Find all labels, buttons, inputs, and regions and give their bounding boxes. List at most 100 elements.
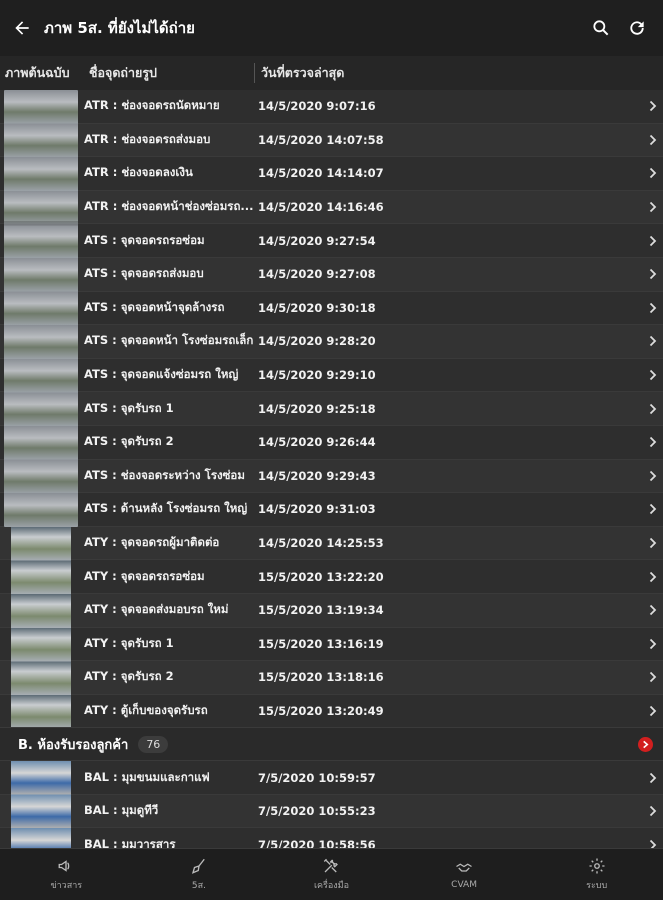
- last-check-date: 14/5/2020 9:27:54: [258, 233, 376, 248]
- chevron-right-icon: [643, 805, 663, 817]
- table-row[interactable]: ATS : ด้านหลัง โรงซ่อมรถ ใหญ่ 14/5/2020 9…: [0, 493, 663, 527]
- chevron-right-icon: [643, 671, 663, 683]
- last-check-date: 15/5/2020 13:18:16: [258, 670, 384, 685]
- last-check-date: 14/5/2020 9:26:44: [258, 435, 376, 450]
- table-row[interactable]: ATY : จุดจอดรถรอซ่อม 15/5/2020 13:22:20: [0, 560, 663, 594]
- table-row[interactable]: ATY : จุดจอดส่งมอบรถ ใหม่ 15/5/2020 13:19…: [0, 593, 663, 628]
- thumbnail-strip-aty: [11, 527, 71, 727]
- chevron-right-icon: [643, 100, 663, 112]
- refresh-button[interactable]: [619, 0, 655, 56]
- bottom-navigation: ข่าวสาร 5ส. เครื่องมือ CVAM ระบบ: [0, 848, 663, 900]
- last-check-date: 14/5/2020 9:27:08: [258, 267, 376, 282]
- table-row[interactable]: ATY : จุดจอดรถผู้มาติดต่อ 14/5/2020 14:25…: [0, 526, 663, 561]
- nav-tools[interactable]: เครื่องมือ: [265, 849, 398, 900]
- table-row[interactable]: ATR : ช่องจอดหน้าช่องซ่อมรถ... 14/5/2020 …: [0, 190, 663, 225]
- arrow-left-icon: [15, 21, 29, 35]
- chevron-right-icon: [643, 201, 663, 213]
- nav-5s[interactable]: 5ส.: [133, 849, 266, 900]
- table-row[interactable]: ATY : จุดรับรถ 1 15/5/2020 13:16:19: [0, 627, 663, 662]
- handshake-icon: [456, 863, 472, 872]
- app-bar: ภาพ 5ส. ที่ยังไม่ได้ถ่าย: [0, 0, 663, 56]
- nav-news[interactable]: ข่าวสาร: [0, 849, 133, 900]
- last-check-date: 14/5/2020 9:28:20: [258, 334, 376, 349]
- nav-label: ข่าวสาร: [50, 881, 83, 891]
- last-check-date: 15/5/2020 13:20:49: [258, 703, 384, 718]
- checkpoint-name: ATY : จุดจอดรถรอซ่อม: [84, 568, 205, 583]
- chevron-right-icon: [643, 571, 663, 583]
- checkpoint-name: BAL : มุมขนมและกาแฟ: [84, 769, 210, 784]
- checkpoint-list[interactable]: ATR : ช่องจอดรถนัดหมาย 14/5/2020 9:07:16 A…: [0, 90, 663, 848]
- nav-label: 5ส.: [191, 881, 206, 891]
- page-title: ภาพ 5ส. ที่ยังไม่ได้ถ่าย: [44, 19, 195, 37]
- nav-label: ระบบ: [586, 881, 608, 891]
- checkpoint-name: ATY : จุดรับรถ 2: [84, 669, 174, 684]
- table-row[interactable]: ATS : จุดจอดหน้าจุดล้างรถ 14/5/2020 9:30:…: [0, 291, 663, 326]
- refresh-icon: [630, 21, 644, 35]
- table-row[interactable]: ATR : ช่องจอดลงเงิน 14/5/2020 14:14:07: [0, 157, 663, 191]
- chevron-right-icon: [643, 772, 663, 784]
- search-button[interactable]: [583, 0, 619, 56]
- table-row[interactable]: ATS : จุดจอดรถส่งมอบ 14/5/2020 9:27:08: [0, 257, 663, 292]
- thumbnail-strip-b: [11, 761, 71, 848]
- table-row[interactable]: ATY : ตู้เก็บของจุดรับรถ 15/5/2020 13:20:…: [0, 694, 663, 729]
- checkpoint-name: ATY : จุดจอดรถผู้มาติดต่อ: [84, 535, 220, 550]
- search-icon: [593, 20, 609, 36]
- column-thumbnail: ภาพต้นฉบับ: [5, 65, 70, 80]
- checkpoint-name: ATS : จุดจอดแจ้งซ่อมรถ ใหญ่: [84, 367, 239, 382]
- table-row[interactable]: ATR : ช่องจอดรถส่งมอบ 14/5/2020 14:07:58: [0, 123, 663, 158]
- checkpoint-name: ATS : จุดรับรถ 1: [84, 400, 174, 415]
- broom-icon: [191, 858, 205, 874]
- table-row[interactable]: ATS : ช่องจอดระหว่าง โรงซ่อม 14/5/2020 9:…: [0, 459, 663, 494]
- table-row[interactable]: BAL : มุมดูทีวี 7/5/2020 10:55:23: [0, 794, 663, 829]
- chevron-right-icon: [643, 503, 663, 515]
- checkpoint-name: ATS : จุดจอดรถรอซ่อม: [84, 232, 205, 247]
- table-row[interactable]: ATY : จุดรับรถ 2 15/5/2020 13:18:16: [0, 661, 663, 695]
- table-row[interactable]: ATR : ช่องจอดรถนัดหมาย 14/5/2020 9:07:16: [0, 90, 663, 124]
- checkpoint-name: ATR : ช่องจอดหน้าช่องซ่อมรถ...: [84, 199, 254, 214]
- nav-cvam[interactable]: CVAM: [398, 849, 531, 900]
- chevron-right-icon: [643, 268, 663, 280]
- last-check-date: 7/5/2020 10:58:56: [258, 837, 376, 848]
- chevron-right-icon: [643, 403, 663, 415]
- checkpoint-name: ATY : จุดจอดส่งมอบรถ ใหม่: [84, 602, 229, 617]
- chevron-right-icon: [643, 235, 663, 247]
- last-check-date: 15/5/2020 13:22:20: [258, 569, 384, 584]
- checkpoint-name: ATS : ช่องจอดระหว่าง โรงซ่อม: [84, 467, 245, 482]
- table-row[interactable]: ATS : จุดรับรถ 1 14/5/2020 9:25:18: [0, 392, 663, 426]
- last-check-date: 14/5/2020 9:31:03: [258, 502, 376, 517]
- last-check-date: 14/5/2020 14:16:46: [258, 200, 384, 215]
- group-header-b[interactable]: B. ห้องรับรองลูกค้า 76: [0, 728, 663, 762]
- chevron-right-icon: [643, 537, 663, 549]
- expand-indicator-icon[interactable]: [638, 736, 653, 752]
- chevron-right-icon: [643, 134, 663, 146]
- chevron-right-icon: [643, 638, 663, 650]
- tools-icon: [324, 858, 339, 873]
- table-row[interactable]: ATS : จุดจอดแจ้งซ่อมรถ ใหญ่ 14/5/2020 9:2…: [0, 358, 663, 393]
- last-check-date: 14/5/2020 9:29:43: [258, 468, 376, 483]
- checkpoint-name: ATS : จุดจอดรถส่งมอบ: [84, 266, 204, 281]
- table-row[interactable]: ATS : จุดรับรถ 2 14/5/2020 9:26:44: [0, 425, 663, 460]
- last-check-date: 14/5/2020 9:30:18: [258, 300, 376, 315]
- last-check-date: 15/5/2020 13:19:34: [258, 603, 384, 618]
- checkpoint-name: ATR : ช่องจอดรถนัดหมาย: [84, 98, 220, 113]
- checkpoint-name: BAL : มุมวารสาร: [84, 836, 176, 848]
- nav-label: เครื่องมือ: [313, 881, 350, 891]
- last-check-date: 14/5/2020 14:25:53: [258, 536, 384, 551]
- checkpoint-name: ATR : ช่องจอดรถส่งมอบ: [84, 131, 211, 146]
- table-row[interactable]: ATS : จุดจอดรถรอซ่อม 14/5/2020 9:27:54: [0, 224, 663, 258]
- checkpoint-name: ATR : ช่องจอดลงเงิน: [84, 165, 193, 180]
- table-row[interactable]: ATS : จุดจอดหน้า โรงซ่อมรถเล็ก 14/5/2020 …: [0, 325, 663, 359]
- nav-system[interactable]: ระบบ: [530, 849, 663, 900]
- group-count-badge: 76: [138, 735, 169, 753]
- gear-icon: [589, 858, 605, 874]
- chevron-right-icon: [643, 470, 663, 482]
- chevron-right-icon: [643, 604, 663, 616]
- column-name: ชื่อจุดถ่ายรูป: [85, 63, 255, 83]
- last-check-date: 15/5/2020 13:16:19: [258, 636, 384, 651]
- column-date: วันที่ตรวจล่าสุด: [261, 65, 345, 80]
- column-header-row: ภาพต้นฉบับ ชื่อจุดถ่ายรูป วันที่ตรวจล่าส…: [0, 56, 663, 91]
- table-row[interactable]: BAL : มุมวารสาร 7/5/2020 10:58:56: [0, 828, 663, 848]
- back-button[interactable]: [0, 0, 44, 56]
- group-title: B. ห้องรับรองลูกค้า: [18, 737, 129, 753]
- table-row[interactable]: BAL : มุมขนมและกาแฟ 7/5/2020 10:59:57: [0, 761, 663, 795]
